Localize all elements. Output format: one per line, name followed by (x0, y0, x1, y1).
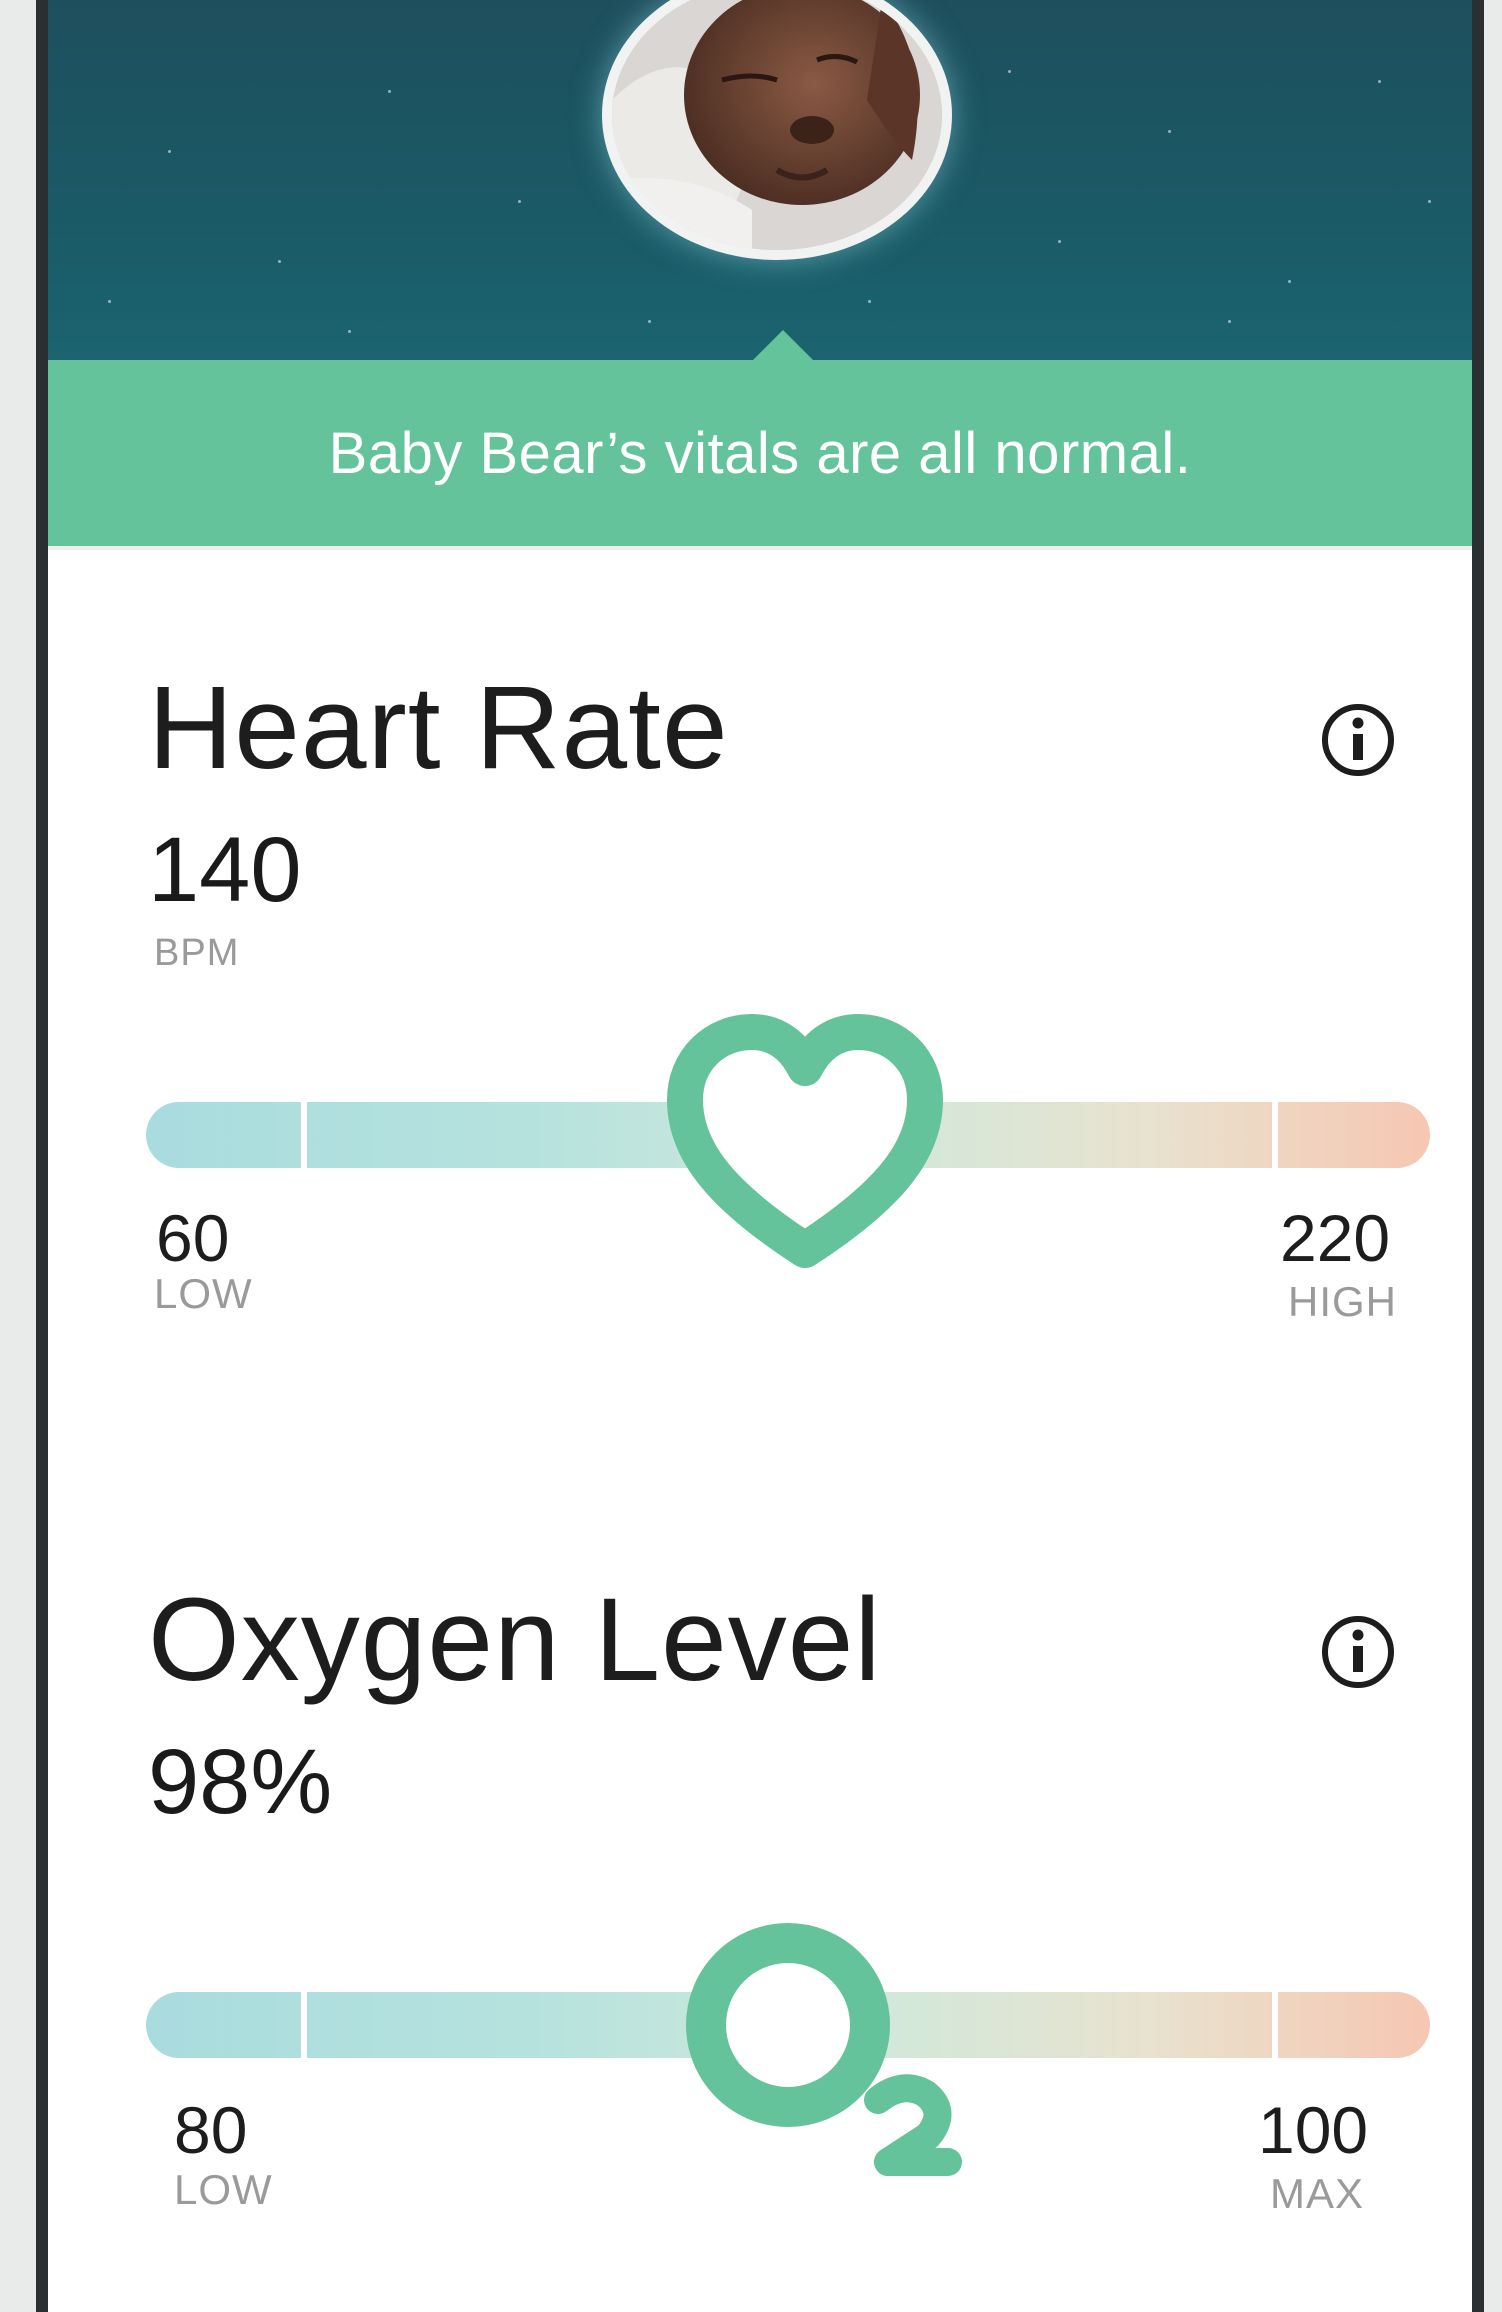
phone-screen: Baby Bear’s vitals are all normal. Heart… (36, 0, 1484, 2312)
baby-avatar[interactable] (602, 0, 952, 260)
heart-rate-high-value: 220 (1280, 1201, 1391, 1275)
oxygen-level-high-label: MAX (1270, 2170, 1365, 2217)
o2-icon (686, 1923, 962, 2176)
oxygen-level-high-value: 100 (1258, 2093, 1369, 2167)
oxygen-level-value: 98% (148, 1731, 333, 1833)
status-pointer (753, 330, 813, 360)
oxygen-level-info-icon[interactable] (1318, 1612, 1398, 1692)
heart-rate-info-icon[interactable] (1318, 700, 1398, 780)
heart-rate-low-value: 60 (156, 1201, 230, 1275)
status-message: Baby Bear’s vitals are all normal. (328, 420, 1192, 486)
heart-rate-unit: BPM (154, 932, 240, 974)
oxygen-level-low-value: 80 (174, 2093, 248, 2167)
heart-rate-value: 140 (148, 819, 302, 921)
header-starfield (48, 0, 1472, 360)
heart-rate-high-label: HIGH (1288, 1278, 1397, 1325)
baby-photo-icon (612, 0, 942, 250)
status-banner: Baby Bear’s vitals are all normal. (48, 360, 1472, 546)
heart-rate-title: Heart Rate (148, 662, 729, 794)
heart-rate-low-label: LOW (154, 1270, 253, 1317)
oxygen-level-low-label: LOW (174, 2166, 273, 2213)
oxygen-level-title: Oxygen Level (148, 1574, 882, 1706)
divider (48, 546, 1472, 550)
heart-icon (667, 1014, 943, 1268)
